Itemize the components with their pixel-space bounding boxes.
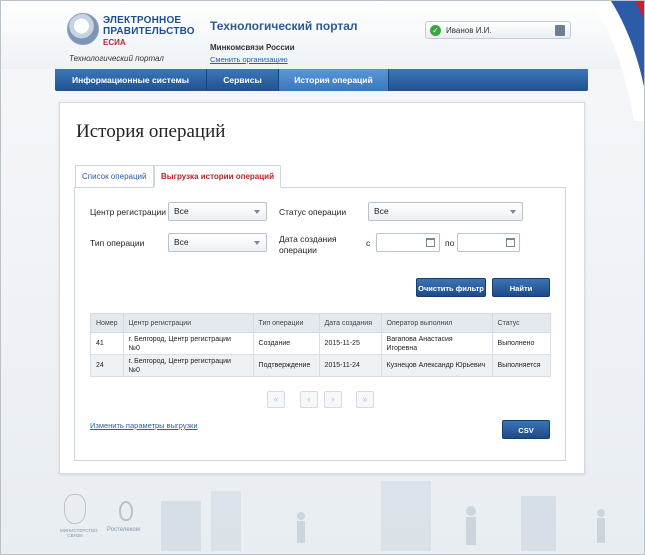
change-organization-link[interactable]: Сменить организацию	[210, 55, 288, 64]
column-header: Центр регистрации	[122, 313, 254, 333]
cell-type: Создание	[252, 332, 320, 355]
app-window: ЭЛЕКТРОННОЕ ПРАВИТЕЛЬСТВО ЕСИА Технологи…	[0, 0, 645, 555]
status-select[interactable]: Все	[368, 202, 523, 221]
cell-operator-line1: Вагапова Анастасия	[386, 335, 453, 343]
page-title: История операций	[76, 121, 226, 142]
main-nav: Информационные системы Сервисы История о…	[55, 69, 588, 91]
cell-date: 2015-11-24	[318, 354, 382, 377]
pager-prev-button[interactable]: ‹	[300, 391, 318, 408]
cell-center-line2: №0	[128, 344, 140, 352]
cell-date: 2015-11-25	[318, 332, 382, 355]
cell-number: 41	[90, 332, 124, 355]
date-label-line1: Дата создания	[279, 234, 337, 244]
checkmark-icon: ✓	[430, 25, 441, 36]
nav-item-information-systems[interactable]: Информационные системы	[55, 69, 207, 91]
column-header: Номер	[90, 313, 124, 333]
cell-center: г. Белгород, Центр регистрации №0	[122, 354, 254, 377]
pager-next-button[interactable]: ›	[324, 391, 342, 408]
nav-item-history[interactable]: История операций	[279, 69, 389, 91]
date-to-input[interactable]	[457, 233, 520, 252]
cell-center-line2: №0	[128, 366, 140, 374]
date-from-input[interactable]	[376, 233, 440, 252]
cell-center: г. Белгород, Центр регистрации №0	[122, 332, 254, 355]
chevron-down-icon	[254, 210, 260, 214]
column-header: Статус	[491, 313, 552, 333]
rostelecom-logo-icon	[119, 501, 133, 521]
header: ЭЛЕКТРОННОЕ ПРАВИТЕЛЬСТВО ЕСИА Технологи…	[1, 1, 644, 121]
nav-item-services[interactable]: Сервисы	[207, 69, 279, 91]
find-button[interactable]: Найти	[492, 278, 550, 297]
logo-line3: ЕСИА	[103, 38, 126, 47]
to-label: по	[445, 238, 455, 248]
portal-title: Технологический портал	[210, 19, 358, 33]
cell-center-line1: г. Белгород, Центр регистрации	[128, 335, 231, 343]
esia-logo-icon[interactable]	[67, 13, 99, 45]
cell-operator: Вагапова Анастасия Игоревна	[380, 332, 493, 355]
pager-last-button[interactable]: »	[356, 391, 374, 408]
chevron-down-icon	[254, 241, 260, 245]
calendar-icon[interactable]	[426, 238, 435, 247]
logo-line1: ЭЛЕКТРОННОЕ	[103, 15, 182, 26]
cell-number: 24	[90, 354, 124, 377]
footer-rostelecom: Ростелеком	[107, 527, 140, 533]
chevron-down-icon	[510, 210, 516, 214]
center-select[interactable]: Все	[168, 202, 267, 221]
column-header: Оператор выполнил	[380, 313, 493, 333]
column-header: Дата создания	[318, 313, 382, 333]
cell-operator-line2: Игоревна	[386, 344, 418, 352]
table-row[interactable]: 24 г. Белгород, Центр регистрации №0 Подт…	[90, 354, 552, 377]
center-select-value: Все	[174, 206, 189, 216]
calendar-icon[interactable]	[506, 238, 515, 247]
user-name: Иванов И.И.	[446, 26, 492, 35]
user-menu[interactable]: ✓ Иванов И.И.	[425, 21, 571, 39]
coat-of-arms-icon	[64, 494, 86, 524]
pager-first-button[interactable]: «	[267, 391, 285, 408]
status-label: Статус операции	[279, 207, 347, 217]
organization-name: Минкомсвязи России	[210, 43, 295, 52]
footer-ministry: МИНИСТЕРСТВО СВЯЗИ	[60, 528, 98, 538]
tab-operations-list[interactable]: Список операций	[75, 165, 154, 188]
status-select-value: Все	[374, 206, 389, 216]
logout-icon[interactable]	[555, 25, 565, 36]
type-select-value: Все	[174, 237, 189, 247]
cell-status: Выполнено	[491, 332, 552, 355]
cell-operator: Кузнецов Александр Юрьевич	[380, 354, 493, 377]
csv-button[interactable]: CSV	[502, 420, 550, 439]
table-header-row: Номер Центр регистрации Тип операции Дат…	[90, 313, 552, 333]
logo-line2: ПРАВИТЕЛЬСТВО	[103, 26, 195, 37]
cell-center-line1: г. Белгород, Центр регистрации	[128, 357, 231, 365]
type-label: Тип операции	[90, 238, 145, 248]
from-label: с	[366, 238, 371, 248]
table-row[interactable]: 41 г. Белгород, Центр регистрации №0 Созд…	[90, 332, 552, 355]
clear-filter-button[interactable]: Очистить фильтр	[416, 278, 486, 297]
tab-history-export[interactable]: Выгрузка истории операций	[154, 165, 281, 188]
logo-subtitle: Технологический портал	[69, 54, 164, 63]
date-label-line2: операции	[279, 245, 317, 255]
center-label: Центр регистрации	[90, 207, 166, 217]
type-select[interactable]: Все	[168, 233, 267, 252]
cell-type: Подтверждение	[252, 354, 320, 377]
background-illustration	[161, 481, 605, 551]
change-export-params-link[interactable]: Изменить параметры выгрузки	[90, 421, 198, 430]
column-header: Тип операции	[252, 313, 320, 333]
operations-table: Номер Центр регистрации Тип операции Дат…	[90, 313, 552, 377]
cell-status: Выполняется	[491, 354, 552, 377]
